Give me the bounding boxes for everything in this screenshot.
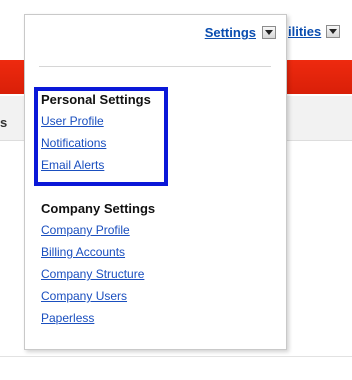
- user-profile-link[interactable]: User Profile: [41, 114, 151, 129]
- dropdown-divider: [39, 66, 271, 67]
- billing-accounts-link[interactable]: Billing Accounts: [41, 245, 155, 260]
- dropdown-arrow-icon[interactable]: [326, 25, 341, 38]
- company-profile-link[interactable]: Company Profile: [41, 223, 155, 238]
- utilities-menu[interactable]: ilities: [288, 24, 341, 39]
- app-stage: s ilities Settings Personal Settings Use…: [0, 0, 352, 380]
- partial-heading-text: s: [0, 115, 8, 130]
- row-divider: [0, 356, 352, 357]
- notifications-link[interactable]: Notifications: [41, 136, 151, 151]
- dropdown-arrow-icon[interactable]: [262, 26, 276, 39]
- company-settings-title: Company Settings: [41, 201, 156, 216]
- paperless-link[interactable]: Paperless: [41, 311, 155, 326]
- company-structure-link[interactable]: Company Structure: [41, 267, 155, 282]
- settings-dropdown: Settings Personal Settings User Profile …: [24, 14, 287, 350]
- personal-settings-title: Personal Settings: [41, 92, 151, 107]
- company-settings-section: Company Settings Company Profile Billing…: [41, 201, 155, 333]
- utilities-menu-label[interactable]: ilities: [288, 24, 321, 39]
- personal-settings-section: Personal Settings User Profile Notificat…: [41, 92, 151, 180]
- settings-menu-header[interactable]: Settings: [205, 25, 276, 40]
- company-users-link[interactable]: Company Users: [41, 289, 155, 304]
- email-alerts-link[interactable]: Email Alerts: [41, 158, 151, 173]
- settings-menu-label[interactable]: Settings: [205, 25, 256, 40]
